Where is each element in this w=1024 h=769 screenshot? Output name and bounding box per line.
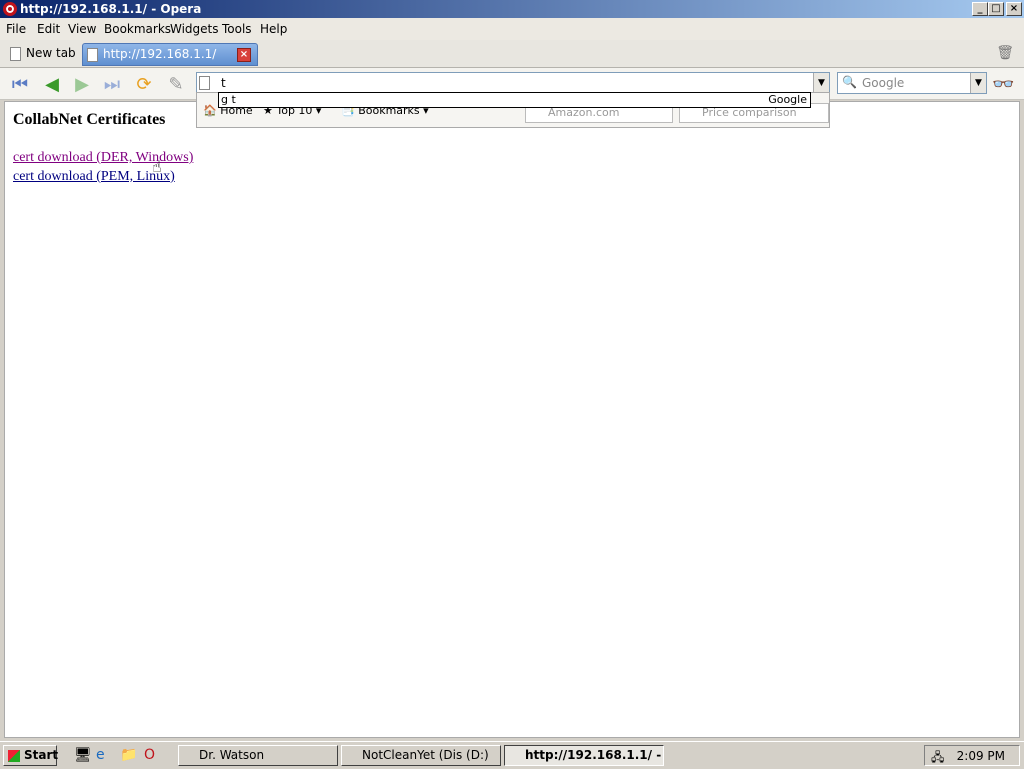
search-icon: 🔍 (842, 75, 857, 89)
start-label: Start (24, 748, 59, 762)
task-dr-watson[interactable]: Dr. Watson (178, 745, 338, 766)
menu-widgets[interactable]: Widgets (170, 22, 219, 36)
chevron-down-icon[interactable]: ▼ (813, 73, 829, 93)
windows-logo-icon (8, 750, 20, 762)
page-icon (87, 47, 98, 62)
menu-view[interactable]: View (68, 22, 96, 36)
system-tray: 🖧 2:09 PM (924, 745, 1020, 766)
menu-bar: File Edit View Bookmarks Widgets Tools H… (0, 18, 1024, 40)
close-button[interactable]: × (1006, 2, 1022, 16)
glasses-icon[interactable]: 👓 (992, 74, 1014, 95)
address-value: t (221, 76, 226, 90)
tab-bar: New tab http://192.168.1.1/ × 🗑 (0, 40, 1024, 68)
fast-forward-icon[interactable]: ⏭ (100, 74, 124, 96)
menu-bookmarks[interactable]: Bookmarks (104, 22, 171, 36)
task-notcleanyet[interactable]: NotCleanYet (Dis (D:) (341, 745, 501, 766)
page-icon (199, 76, 210, 90)
menu-help[interactable]: Help (260, 22, 287, 36)
clock[interactable]: 2:09 PM (957, 749, 1005, 763)
menu-tools[interactable]: Tools (222, 22, 252, 36)
cert-download-der-link[interactable]: cert download (DER, Windows) (13, 150, 193, 166)
web-page: CollabNet Certificates cert download (DE… (4, 101, 1020, 738)
suggestion-engine: Google (768, 93, 807, 106)
address-field[interactable]: t ▼ (196, 72, 830, 94)
edit-icon[interactable]: ✎ (164, 74, 188, 96)
taskbar: Start 🖥 e 📁 O Dr. Watson NotCleanYet (Di… (0, 741, 1024, 768)
task-label: Dr. Watson (199, 748, 265, 762)
trash-icon[interactable]: 🗑 (996, 45, 1014, 61)
suggestion-query: g t (221, 93, 236, 106)
maximize-button[interactable]: □ (988, 2, 1004, 16)
search-placeholder: Google (862, 76, 905, 90)
hand-cursor-icon: ☝ (152, 157, 162, 176)
menu-file[interactable]: File (6, 22, 26, 36)
opera-icon (3, 2, 17, 16)
address-suggestion[interactable]: g t Google (218, 92, 811, 108)
search-field[interactable]: 🔍 Google ▼ (837, 72, 987, 94)
title-bar: http://192.168.1.1/ - Opera _ □ × (0, 0, 1024, 18)
explorer-icon[interactable]: 📁 (120, 747, 137, 763)
task-label: http://192.168.1.1/ - ... (525, 748, 664, 762)
tab-close-icon[interactable]: × (237, 48, 251, 62)
minimize-button[interactable]: _ (972, 2, 988, 16)
ie-icon[interactable]: e (96, 747, 105, 763)
new-tab-button[interactable]: New tab (6, 43, 78, 66)
page-title: CollabNet Certificates (13, 111, 166, 128)
task-opera[interactable]: http://192.168.1.1/ - ... (504, 745, 664, 766)
chevron-down-icon[interactable]: ▼ (970, 73, 986, 93)
network-icon[interactable]: 🖧 (931, 748, 944, 769)
back-icon[interactable]: ◀ (40, 74, 64, 96)
reload-icon[interactable]: ⟳ (132, 74, 156, 96)
desktop-icon[interactable]: 🖥 (74, 747, 92, 763)
tab-label: http://192.168.1.1/ (103, 47, 217, 61)
cert-download-pem-link[interactable]: cert download (PEM, Linux) (13, 169, 175, 185)
opera-quicklaunch-icon[interactable]: O (144, 747, 155, 763)
tab-active[interactable]: http://192.168.1.1/ × (82, 43, 258, 66)
page-icon (10, 46, 21, 61)
window-title: http://192.168.1.1/ - Opera (20, 2, 202, 16)
new-tab-label: New tab (26, 46, 76, 60)
forward-icon[interactable]: ▶ (70, 74, 94, 96)
rewind-icon[interactable]: ⏮ (8, 74, 32, 96)
task-label: NotCleanYet (Dis (D:) (362, 748, 489, 762)
menu-edit[interactable]: Edit (37, 22, 60, 36)
start-button[interactable]: Start (3, 745, 59, 766)
